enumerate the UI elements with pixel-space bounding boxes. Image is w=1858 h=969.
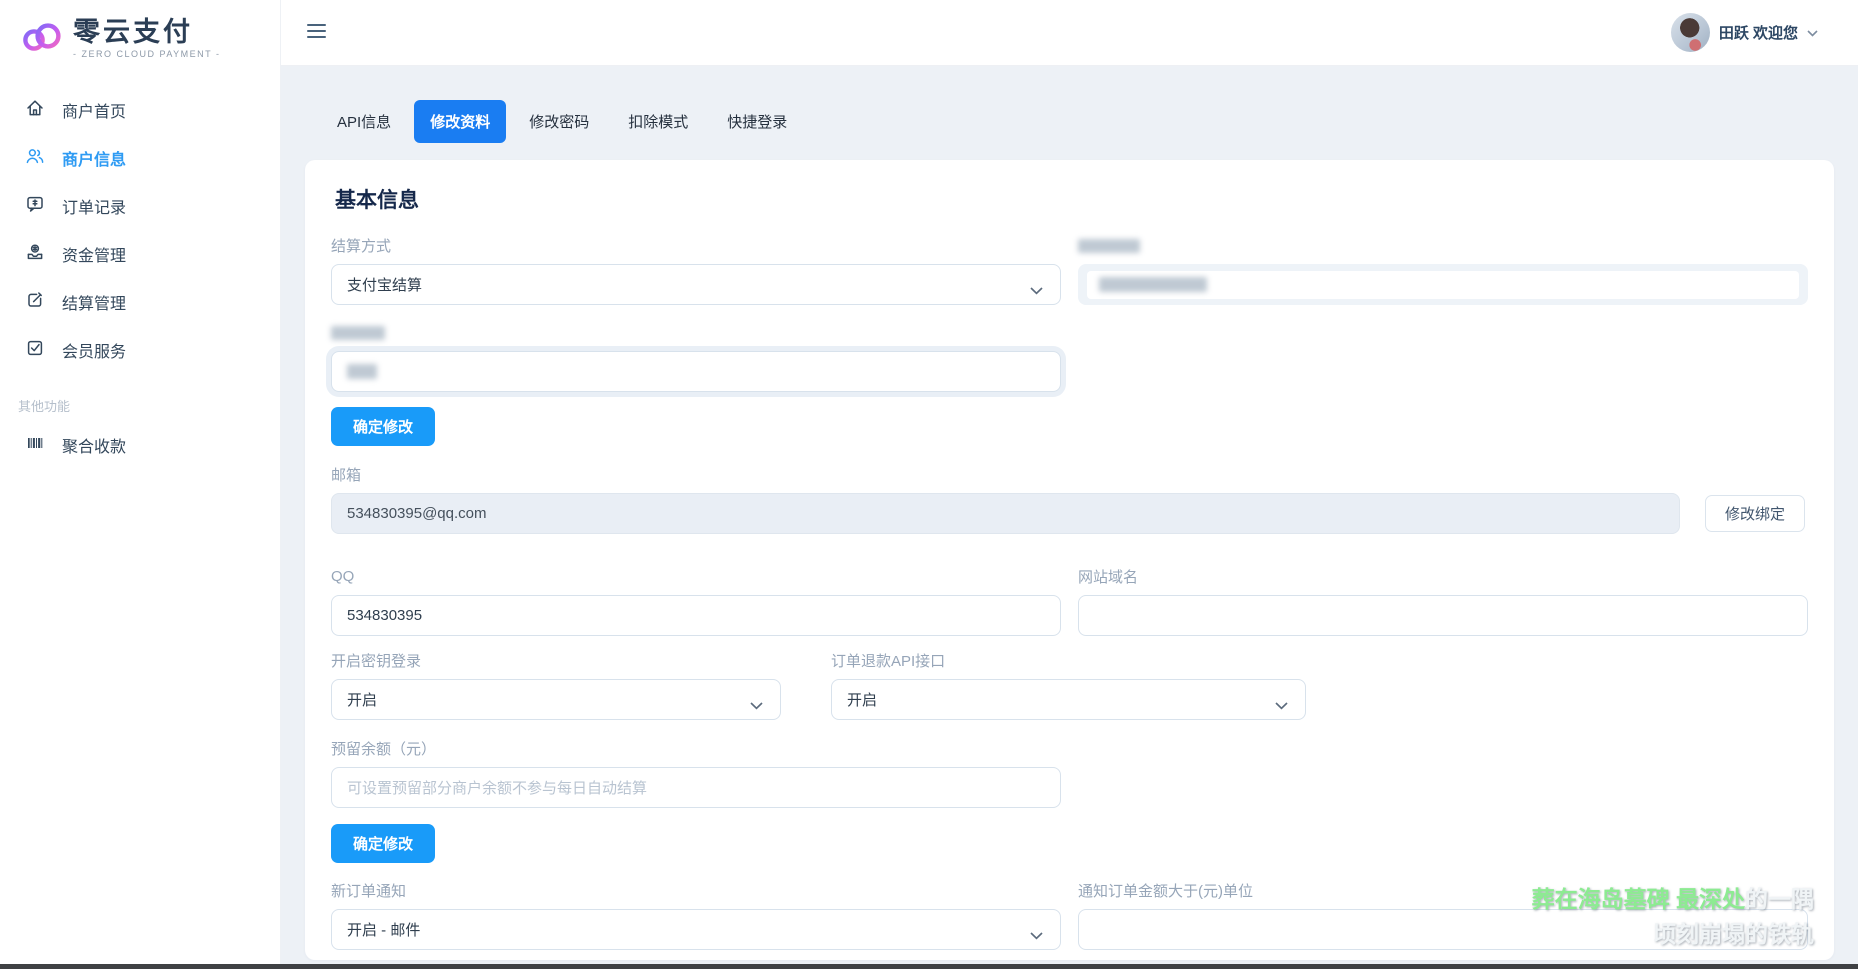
order-record-icon [25,194,45,219]
settle-method-label: 结算方式 [331,238,1061,253]
domain-label: 网站域名 [1078,569,1808,584]
chevron-down-icon [1275,697,1288,714]
tab-edit-profile[interactable]: 修改资料 [414,100,506,143]
user-menu[interactable]: 田跃 欢迎您 [1671,13,1818,52]
member-service-icon [25,338,45,363]
funds-icon [25,242,45,267]
sidebar-item-settlement-management[interactable]: 结算管理 [0,278,280,326]
redacted-input[interactable] [1078,264,1808,305]
sidebar-menu: 商户首页 商户信息 订单记录 [0,86,280,469]
redacted-value [347,364,377,379]
email-label: 邮箱 [331,467,1808,482]
sidebar-item-aggregate-collection[interactable]: 聚合收款 [0,421,280,469]
email-field[interactable]: 534830395@qq.com [331,493,1680,534]
home-icon [25,98,45,123]
reserved-balance-placeholder: 可设置预留部分商户余额不参与每日自动结算 [347,777,647,798]
refund-api-value: 开启 [847,689,877,710]
sidebar-item-label: 结算管理 [62,290,126,314]
reserved-balance-field[interactable]: 可设置预留部分商户余额不参与每日自动结算 [331,767,1061,808]
settle-method-value: 支付宝结算 [347,274,422,295]
sidebar-item-label: 聚合收款 [62,433,126,457]
sidebar-item-order-records[interactable]: 订单记录 [0,182,280,230]
sidebar-item-label: 商户首页 [62,98,126,122]
sidebar-item-label: 资金管理 [62,242,126,266]
confirm-edit-button[interactable]: 确定修改 [331,824,435,863]
avatar [1671,13,1710,52]
sidebar-item-merchant-home[interactable]: 商户首页 [0,86,280,134]
key-login-label: 开启密钥登录 [331,653,781,668]
user-greeting: 田跃 欢迎您 [1719,22,1798,43]
key-login-value: 开启 [347,689,377,710]
email-value: 534830395@qq.com [347,505,487,522]
qq-field[interactable]: 534830395 [331,595,1061,636]
confirm-edit-button[interactable]: 确定修改 [331,407,435,446]
settlement-icon [25,290,45,315]
qq-value: 534830395 [347,607,422,624]
chevron-down-icon [1807,24,1818,42]
topbar: 田跃 欢迎您 [281,0,1858,66]
redacted-value [1099,277,1207,292]
chevron-down-icon [750,697,763,714]
brand-name: 零云支付 [73,17,221,47]
sidebar-item-funds-management[interactable]: 资金管理 [0,230,280,278]
tab-api-info[interactable]: API信息 [321,100,407,143]
tab-deduction-mode[interactable]: 扣除模式 [612,100,704,143]
settle-method-select[interactable]: 支付宝结算 [331,264,1061,305]
qq-label: QQ [331,569,1061,584]
domain-field[interactable] [1078,595,1808,636]
card-title: 基本信息 [335,184,1808,214]
hamburger-menu-icon[interactable] [307,24,326,41]
users-icon [25,146,45,171]
key-login-select[interactable]: 开启 [331,679,781,720]
rebind-button[interactable]: 修改绑定 [1705,495,1805,532]
sidebar-item-member-service[interactable]: 会员服务 [0,326,280,374]
redacted-label [331,326,385,340]
refund-api-select[interactable]: 开启 [831,679,1306,720]
chevron-down-icon [1030,927,1043,944]
chevron-down-icon [1030,282,1043,299]
brand-logo: 零云支付 - ZERO CLOUD PAYMENT - [0,0,280,62]
reserved-balance-label: 预留余额（元） [331,741,1061,756]
notify-amount-field[interactable] [1078,909,1808,950]
brand-tagline: - ZERO CLOUD PAYMENT - [73,49,221,59]
main-content: API信息 修改资料 修改密码 扣除模式 快捷登录 基本信息 结算方式 支付宝结… [281,66,1858,969]
new-order-notify-label: 新订单通知 [331,883,1061,898]
sidebar-section-label: 其他功能 [18,396,280,415]
cloud-logo-icon [21,17,65,62]
basic-info-card: 基本信息 结算方式 支付宝结算 [305,160,1834,960]
sidebar-item-merchant-info[interactable]: 商户信息 [0,134,280,182]
sidebar-item-label: 会员服务 [62,338,126,362]
redacted-input[interactable] [331,351,1061,392]
tab-change-password[interactable]: 修改密码 [513,100,605,143]
new-order-notify-value: 开启 - 邮件 [347,919,420,940]
barcode-icon [25,433,45,458]
window-bottom-edge [0,964,1858,969]
sidebar-item-label: 商户信息 [62,146,126,170]
new-order-notify-select[interactable]: 开启 - 邮件 [331,909,1061,950]
redacted-label [1078,239,1140,253]
sidebar-item-label: 订单记录 [62,194,126,218]
refund-api-label: 订单退款API接口 [831,653,1306,668]
notify-amount-label: 通知订单金额大于(元)单位 [1078,883,1808,898]
tab-bar: API信息 修改资料 修改密码 扣除模式 快捷登录 [281,66,1858,143]
tab-quick-login[interactable]: 快捷登录 [711,100,803,143]
sidebar: 零云支付 - ZERO CLOUD PAYMENT - 商户首页 商户信息 [0,0,281,964]
